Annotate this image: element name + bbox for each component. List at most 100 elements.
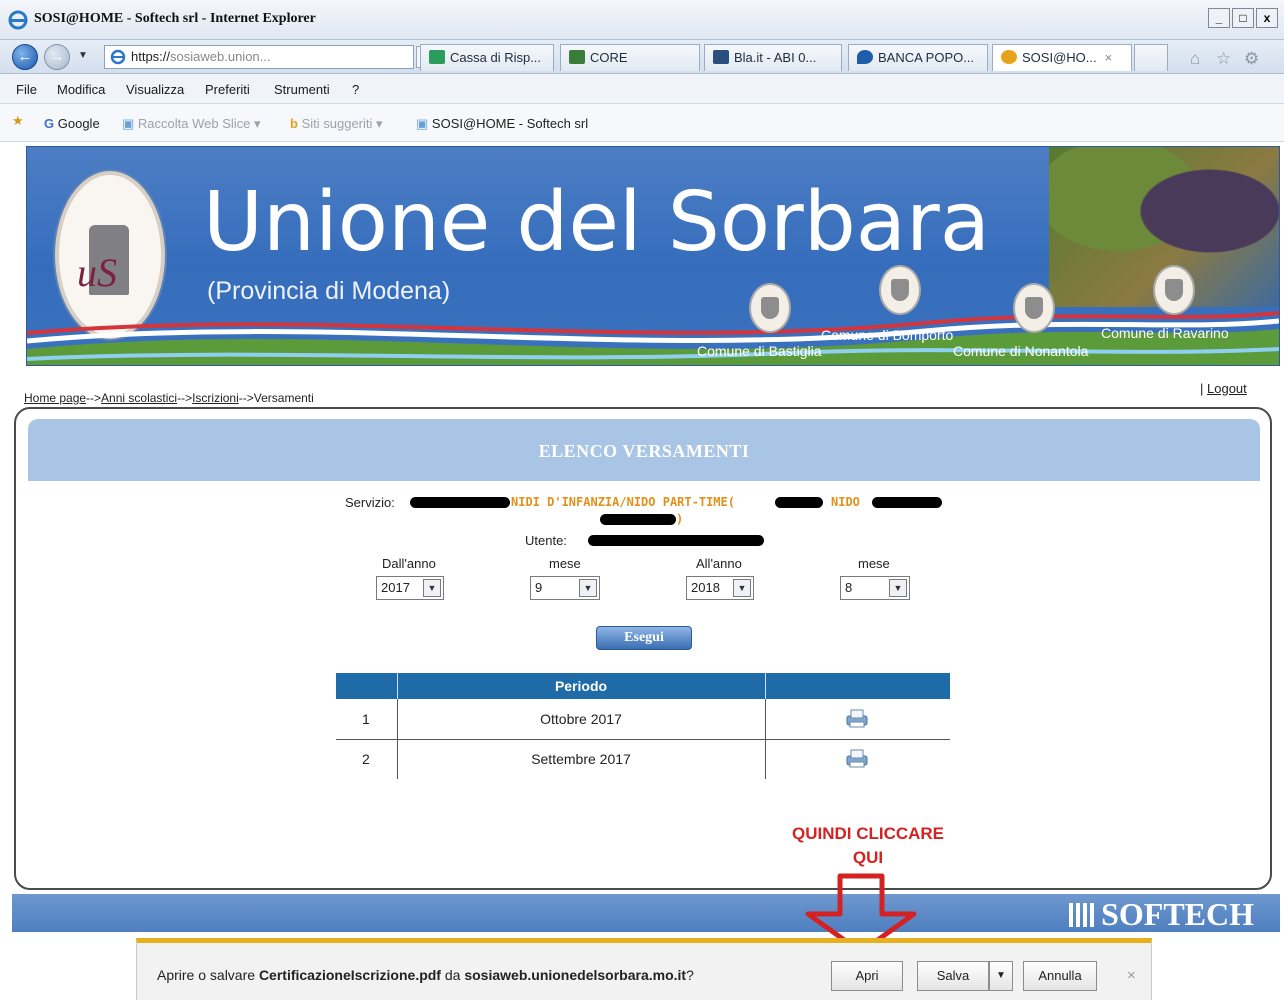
maximize-button[interactable]: □ [1232, 8, 1254, 28]
tab-favicon-icon [1001, 50, 1017, 64]
redacted-text [872, 497, 942, 508]
download-host: sosiaweb.unionedelsorbara.mo.it [464, 967, 687, 983]
breadcrumb-anni-scolastici[interactable]: Anni scolastici [101, 391, 177, 405]
row-period: Settembre 2017 [531, 751, 631, 767]
window-title: SOSI@HOME - Softech srl - Internet Explo… [34, 11, 316, 26]
menu-file[interactable]: File [16, 82, 37, 97]
servizio-label: Servizio: [345, 495, 395, 510]
servizio-value: NIDI D'INFANZIA/NIDO PART-TIME( [511, 495, 735, 509]
chevron-down-icon: ▼ [423, 579, 441, 597]
favorites-bar: ★ G Google ▣ Raccolta Web Slice ▾ b Siti… [0, 104, 1284, 142]
google-icon: G [44, 116, 55, 131]
favorite-sosi-home[interactable]: ▣ SOSI@HOME - Softech srl [416, 116, 588, 132]
to-month-value: 8 [845, 580, 853, 595]
table-header: Periodo [336, 673, 950, 699]
home-icon[interactable]: ⌂ [1190, 49, 1200, 69]
download-middle: da [440, 967, 465, 983]
forward-button[interactable]: → [44, 44, 70, 70]
print-icon[interactable] [844, 748, 870, 768]
download-notification-bar: Aprire o salvare CertificazioneIscrizion… [136, 938, 1152, 1000]
logout-separator: | [1200, 381, 1204, 396]
to-year-label: All'anno [696, 556, 742, 571]
close-icon[interactable]: × [1127, 967, 1136, 984]
redacted-text [600, 514, 676, 525]
favorite-web-slice-label: Raccolta Web Slice ▾ [137, 116, 261, 131]
from-year-select[interactable]: 2017 ▼ [376, 576, 444, 600]
open-button[interactable]: Apri [831, 961, 903, 991]
to-year-value: 2018 [691, 580, 720, 595]
favorites-icon[interactable]: ★ [12, 113, 24, 129]
redacted-text [775, 497, 823, 508]
print-icon[interactable] [844, 708, 870, 728]
minimize-button[interactable]: _ [1208, 8, 1230, 28]
tab-cassa-di-risparmio[interactable]: Cassa di Risp... [420, 44, 554, 71]
save-button[interactable]: Salva [917, 961, 989, 991]
history-dropdown-icon[interactable]: ▼ [78, 50, 88, 61]
location-pin-icon [857, 50, 873, 64]
breadcrumb-iscrizioni[interactable]: Iscrizioni [192, 391, 239, 405]
comune-bomporto: Comune di Bomporto [821, 327, 954, 343]
breadcrumb-home[interactable]: Home page [24, 391, 86, 405]
header-divider [765, 673, 766, 699]
panel-title: ELENCO VERSAMENTI [538, 441, 750, 461]
logout-link[interactable]: Logout [1207, 381, 1247, 396]
save-options-dropdown-icon[interactable]: ▼ [989, 961, 1013, 991]
annotation-line-1: QUINDI CLICCARE [791, 824, 945, 843]
gear-icon[interactable]: ⚙ [1244, 49, 1259, 69]
favorite-suggested-sites[interactable]: b Siti suggeriti ▾ [290, 116, 383, 132]
favorite-web-slice[interactable]: ▣ Raccolta Web Slice ▾ [122, 116, 261, 132]
tab-label: CORE [590, 50, 628, 65]
to-month-label: mese [858, 556, 890, 571]
from-month-value: 9 [535, 580, 543, 595]
tab-favicon-icon [429, 50, 445, 64]
address-host: sosiaweb.union... [170, 49, 271, 64]
annotation-text: QUINDI CLICCARE QUI [770, 822, 966, 870]
crest-bomporto-icon [879, 265, 921, 315]
crest-nonantola-icon [1013, 283, 1055, 333]
menu-visualizza[interactable]: Visualizza [126, 82, 184, 97]
menu-help[interactable]: ? [352, 82, 359, 97]
crest-ravarino-icon [1153, 265, 1195, 315]
from-month-select[interactable]: 9 ▼ [530, 576, 600, 600]
favorite-google[interactable]: G Google [44, 116, 100, 131]
navigation-bar: ← → ▼ https://sosiaweb.union... ⌕ ▾ 🔒 ↻ … [0, 40, 1284, 74]
address-scheme: https:// [131, 49, 171, 64]
utente-label: Utente: [525, 533, 567, 548]
tab-core[interactable]: CORE [560, 44, 700, 71]
back-button[interactable]: ← [12, 44, 38, 70]
download-suffix: ? [686, 967, 694, 983]
softech-logo: SOFTECH [1069, 896, 1254, 933]
tab-banca-popolare[interactable]: BANCA POPO... [848, 44, 988, 71]
tab-sosi-home[interactable]: SOSI@HO... × [992, 44, 1132, 71]
row-number: 1 [362, 711, 370, 727]
table-divider [336, 739, 950, 740]
tab-close-icon[interactable]: × [1105, 50, 1113, 65]
row-number: 2 [362, 751, 370, 767]
tab-label: Cassa di Risp... [450, 50, 542, 65]
menu-strumenti[interactable]: Strumenti [274, 82, 330, 97]
favorite-sosi-home-label: SOSI@HOME - Softech srl [431, 116, 589, 131]
close-window-button[interactable]: x [1256, 8, 1278, 28]
menu-preferiti[interactable]: Preferiti [205, 82, 250, 97]
address-bar[interactable]: https://sosiaweb.union... [104, 45, 414, 69]
comune-nonantola: Comune di Nonantola [953, 343, 1089, 359]
breadcrumb: Home page-->Anni scolastici-->Iscrizioni… [24, 391, 314, 405]
row-period: Ottobre 2017 [540, 711, 622, 727]
favorites-star-icon[interactable]: ☆ [1216, 49, 1231, 69]
annotation-line-2: QUI [852, 848, 884, 867]
site-banner: uS Unione del Sorbara (Provincia di Mode… [26, 146, 1280, 366]
to-month-select[interactable]: 8 ▼ [840, 576, 910, 600]
tab-label: Bla.it - ABI 0... [734, 50, 817, 65]
menu-modifica[interactable]: Modifica [57, 82, 105, 97]
softech-brand: SOFTECH [1101, 896, 1254, 932]
bing-icon: b [290, 116, 298, 131]
to-year-select[interactable]: 2018 ▼ [686, 576, 754, 600]
cancel-button[interactable]: Annulla [1023, 961, 1097, 991]
tab-bla-abi[interactable]: Bla.it - ABI 0... [704, 44, 842, 71]
logo-monogram: uS [77, 250, 117, 295]
chevron-down-icon: ▼ [733, 579, 751, 597]
window-controls: _ □ x [1208, 8, 1278, 28]
new-tab-button[interactable] [1134, 44, 1168, 71]
tab-label: BANCA POPO... [878, 50, 975, 65]
esegui-button[interactable]: Esegui [596, 626, 692, 650]
